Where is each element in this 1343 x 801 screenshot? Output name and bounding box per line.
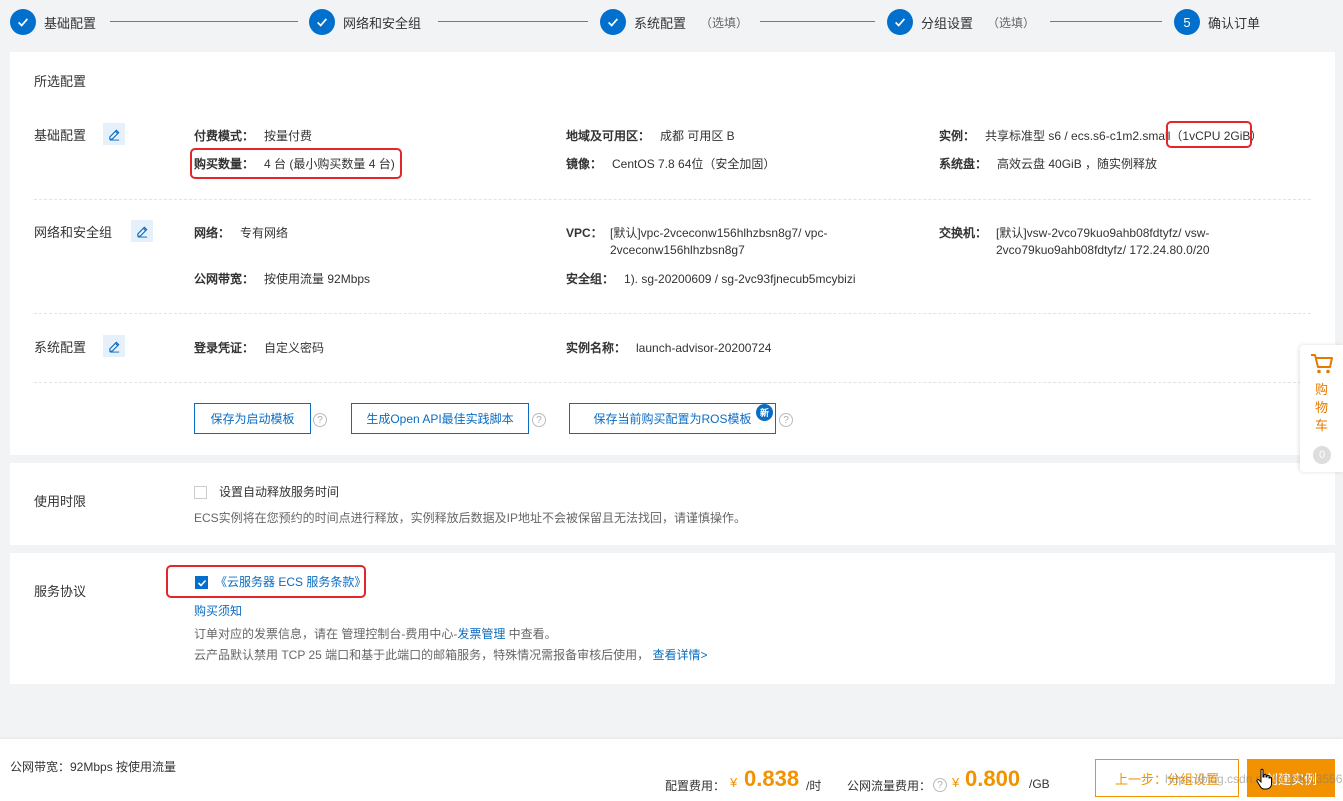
divider xyxy=(34,313,1311,314)
step-network: 网络和安全组 xyxy=(309,8,421,36)
billing-mode: 付费模式： 按量付费 xyxy=(194,129,313,143)
network-title: 网络和安全组 xyxy=(34,225,113,240)
vswitch-label: 交换机： xyxy=(939,226,988,240)
highlight-quantity xyxy=(190,148,402,179)
help-icon[interactable]: ? xyxy=(532,413,546,427)
agreement-title: 服务协议 xyxy=(34,584,87,599)
config-fee-unit: /时 xyxy=(806,779,822,793)
basic-config-title: 基础配置 xyxy=(34,128,87,143)
cart-count: 0 xyxy=(1313,446,1331,464)
login-credential: 登录凭证： 自定义密码 xyxy=(194,341,325,355)
auto-release-label: 设置自动释放服务时间 xyxy=(219,485,340,499)
step-basic-config: 基础配置 xyxy=(10,8,96,36)
image: 镜像： CentOS 7.8 64位（安全加固） xyxy=(566,157,776,171)
step-done-check-icon xyxy=(10,9,36,35)
auto-release-checkbox[interactable] xyxy=(194,486,207,499)
generate-openapi-button[interactable]: 生成Open API最佳实践脚本 xyxy=(351,403,529,434)
footer-bandwidth: 公网带宽：92Mbps 按使用流量 xyxy=(10,760,177,774)
cart-icon xyxy=(1311,354,1333,374)
step-group: 分组设置 （选填） xyxy=(887,8,1035,36)
invoice-note: 订单对应的发票信息，请在 管理控制台-费用中心-发票管理 中查看。 xyxy=(194,627,557,641)
help-icon[interactable]: ? xyxy=(779,413,793,427)
step-connector xyxy=(760,21,875,22)
currency-symbol: ¥ xyxy=(730,775,738,790)
public-bandwidth: 公网带宽： 按使用流量 92Mbps xyxy=(194,272,371,286)
highlight-instance-spec xyxy=(1166,121,1252,148)
tcp25-note: 云产品默认禁用 TCP 25 端口和基于此端口的邮箱服务，特殊情况需报备审核后使… xyxy=(194,648,708,662)
edit-basic-config-icon[interactable] xyxy=(103,123,125,145)
traffic-fee-value: 0.800 xyxy=(965,766,1021,791)
summary-panel: 所选配置 基础配置 付费模式： 按量付费 购买数量： 4 台 (最小购买数量 4 台… xyxy=(10,52,1335,455)
step-optional-label: （选填） xyxy=(987,15,1036,30)
agreement-panel: 服务协议 《云服务器 ECS 服务条款》 购买须知 订单对应的发票信息，请在 管… xyxy=(10,553,1335,684)
save-launch-template-button[interactable]: 保存为启动模板 xyxy=(194,403,311,434)
divider xyxy=(34,199,1311,200)
step-confirm: 5 确认订单 xyxy=(1174,8,1260,36)
step-connector xyxy=(110,21,298,22)
network-type: 网络： 专有网络 xyxy=(194,226,289,240)
hand-cursor-icon xyxy=(1256,768,1272,790)
help-icon[interactable]: ? xyxy=(933,778,947,792)
save-ros-template-button[interactable]: 保存当前购买配置为ROS模板 xyxy=(569,403,776,434)
cart-label: 购物车 xyxy=(1314,382,1328,433)
edit-system-config-icon[interactable] xyxy=(103,335,125,357)
system-disk: 系统盘： 高效云盘 40GiB ，随实例释放 xyxy=(939,157,1158,171)
step-label: 基础配置 xyxy=(44,15,97,31)
vswitch-value: [默认]vsw-2vco79kuo9ahb08fdtyfz/ vsw-2vco7… xyxy=(996,226,1210,257)
step-done-check-icon xyxy=(887,9,913,35)
step-number: 5 xyxy=(1174,9,1200,35)
release-note: ECS实例将在您预约的时间点进行释放，实例释放后数据及IP地址不会被保留且无法找… xyxy=(194,511,747,525)
vpc-value: [默认]vpc-2vceconw156hlhzbsn8g7/ vpc-2vcec… xyxy=(610,226,828,257)
highlight-terms xyxy=(166,565,366,598)
watermark: https://blog.csdn.net/u014073556 xyxy=(1165,772,1343,786)
step-label: 确认订单 xyxy=(1208,15,1261,31)
step-done-check-icon xyxy=(309,9,335,35)
step-done-check-icon xyxy=(600,9,626,35)
config-fee-value: 0.838 xyxy=(744,766,800,791)
edit-network-icon[interactable] xyxy=(131,220,153,242)
currency-symbol: ¥ xyxy=(952,775,960,790)
security-group: 安全组： 1). sg-20200609 / sg-2vc93fjnecub5mc… xyxy=(566,272,856,286)
help-icon[interactable]: ? xyxy=(313,413,327,427)
invoice-management-link[interactable]: 发票管理 xyxy=(457,627,505,641)
traffic-fee-label: 公网流量费用： xyxy=(847,779,932,793)
step-connector xyxy=(1050,21,1162,22)
config-fee-label: 配置费用： xyxy=(665,779,726,793)
duration-title: 使用时限 xyxy=(34,494,87,509)
step-connector xyxy=(438,21,588,22)
instance-name: 实例名称： launch-advisor-20200724 xyxy=(566,341,772,355)
order-footer: 公网带宽：92Mbps 按使用流量 配置费用： ¥ 0.838 /时 公网流量费… xyxy=(0,739,1343,801)
new-badge: 新 xyxy=(756,404,773,421)
step-label: 分组设置 xyxy=(921,15,974,31)
traffic-fee-unit: /GB xyxy=(1029,777,1050,791)
step-label: 系统配置 xyxy=(634,15,687,31)
duration-panel: 使用时限 设置自动释放服务时间 ECS实例将在您预约的时间点进行释放，实例释放后… xyxy=(10,463,1335,545)
summary-title: 所选配置 xyxy=(34,74,87,89)
view-details-link[interactable]: 查看详情> xyxy=(652,648,707,662)
step-system: 系统配置 （选填） xyxy=(600,8,748,36)
divider xyxy=(34,382,1311,383)
system-config-title: 系统配置 xyxy=(34,340,87,355)
shopping-cart[interactable]: 购物车 0 xyxy=(1300,345,1343,472)
step-bar: 基础配置 网络和安全组 系统配置 （选填） 分组设置 （选填） 5 确认订单 xyxy=(0,0,1343,44)
step-optional-label: （选填） xyxy=(700,15,749,30)
step-label: 网络和安全组 xyxy=(343,15,422,31)
purchase-notice-link[interactable]: 购买须知 xyxy=(194,603,242,620)
region-zone: 地域及可用区： 成都 可用区 B xyxy=(566,129,735,143)
vpc-label: VPC： xyxy=(566,226,603,240)
